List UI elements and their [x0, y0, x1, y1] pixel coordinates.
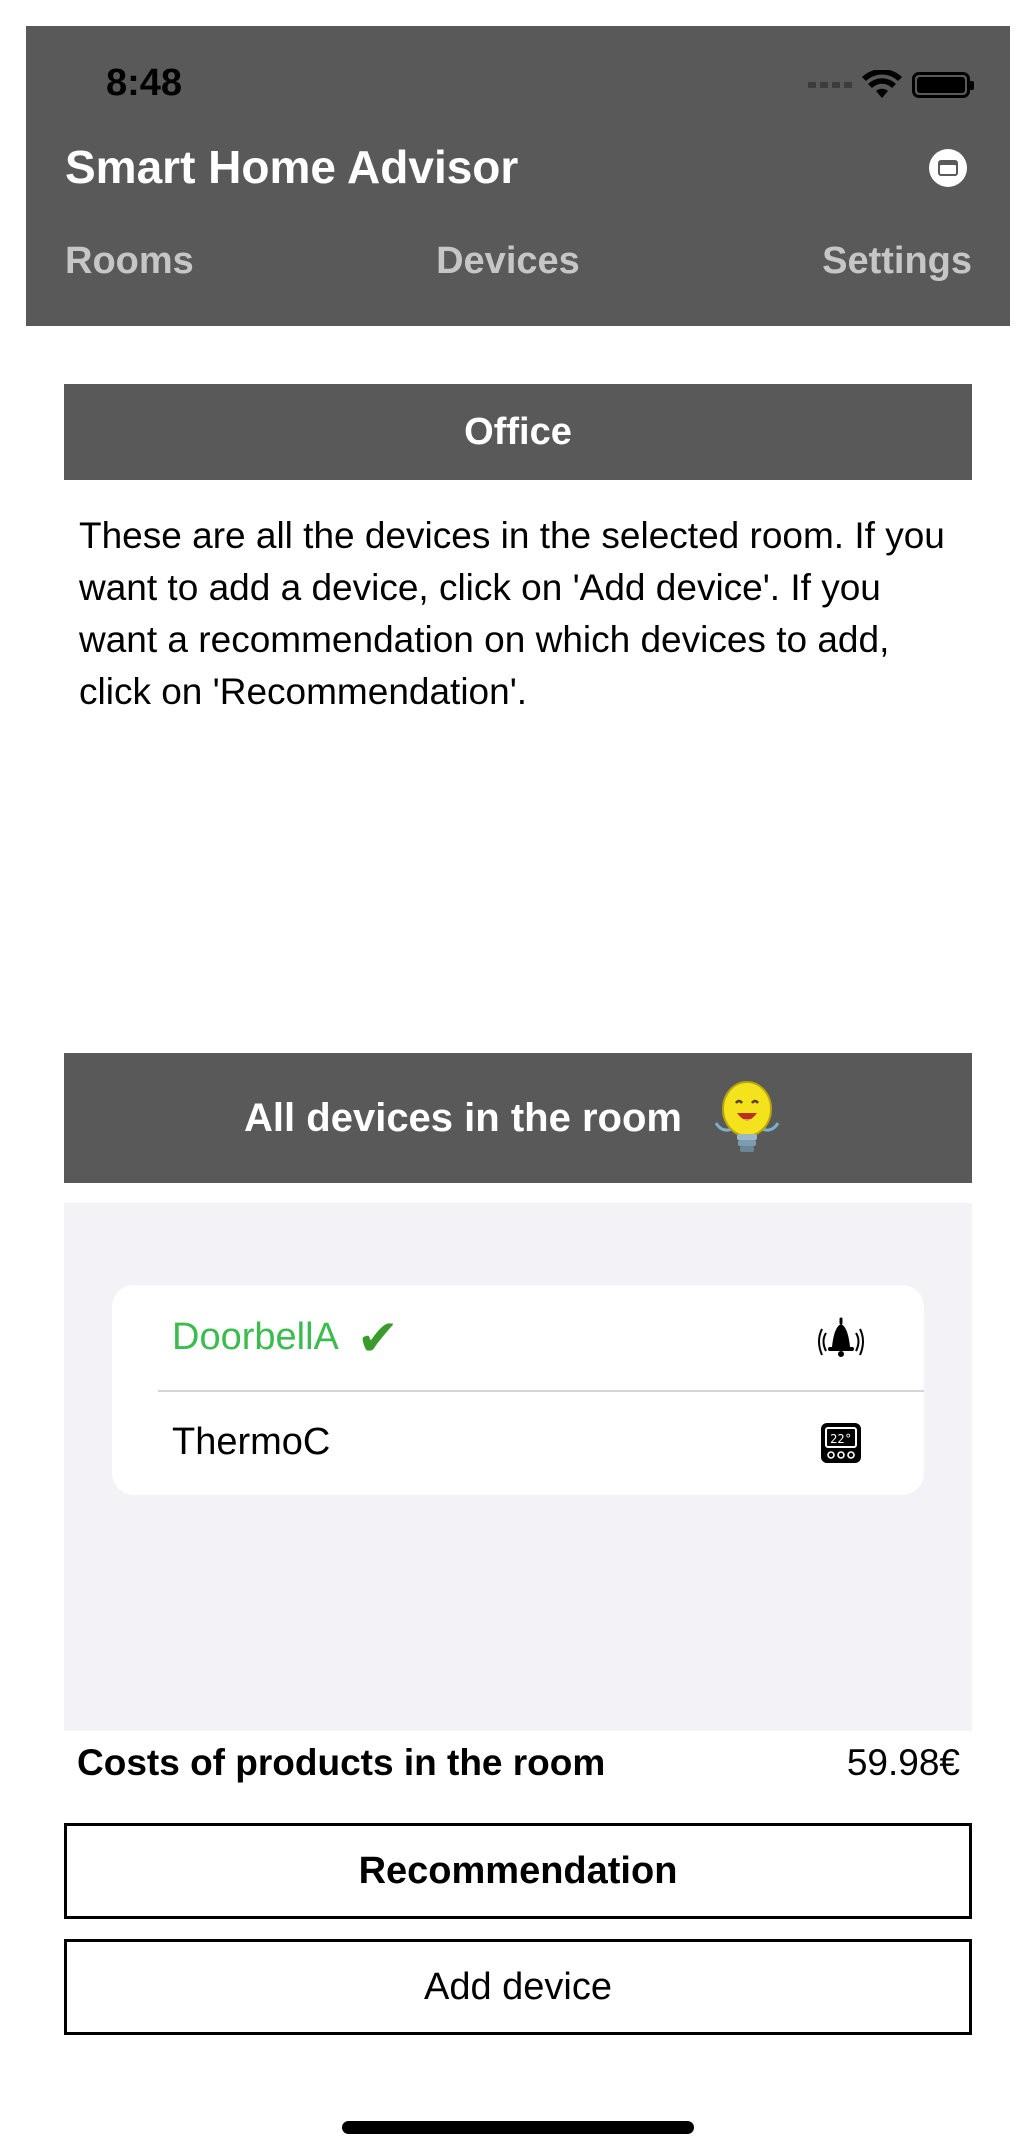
costs-summary: Costs of products in the room 59.98€ — [77, 1742, 960, 1784]
status-icons — [808, 70, 974, 100]
list-item[interactable]: DoorbellA ✔ — [112, 1285, 924, 1390]
doorbell-icon — [818, 1317, 864, 1357]
list-item[interactable]: ThermoC 22° — [112, 1390, 924, 1495]
costs-label: Costs of products in the room — [77, 1742, 606, 1783]
device-name: ThermoC — [172, 1421, 331, 1463]
app-header: 8:48 Smart Home Advisor Rooms Devices Se… — [26, 26, 1010, 326]
devices-section-title: All devices in the room — [244, 1095, 682, 1140]
home-indicator[interactable] — [342, 2121, 694, 2134]
device-label: DoorbellA ✔ — [172, 1313, 816, 1363]
devices-section-header: All devices in the room — [64, 1053, 972, 1183]
svg-text:22°: 22° — [830, 1432, 852, 1446]
checkmark-icon: ✔ — [356, 1309, 399, 1366]
menu-button[interactable] — [926, 146, 970, 190]
battery-icon — [912, 72, 974, 98]
lightbulb-icon — [714, 1081, 780, 1152]
recommendation-button[interactable]: Recommendation — [64, 1823, 972, 1919]
tab-rooms[interactable]: Rooms — [65, 240, 194, 283]
thermostat-icon: 22° — [821, 1422, 861, 1463]
app-title: Smart Home Advisor — [65, 141, 519, 193]
device-list-area: DoorbellA ✔ ThermoC 22° — [64, 1203, 972, 1731]
tab-devices[interactable]: Devices — [436, 240, 580, 283]
tab-bar: Rooms Devices Settings — [65, 240, 972, 283]
device-name: DoorbellA — [172, 1316, 339, 1358]
screen: 8:48 Smart Home Advisor Rooms Devices Se… — [0, 0, 1030, 2153]
status-time: 8:48 — [106, 62, 183, 104]
wifi-icon — [862, 70, 902, 98]
tab-settings[interactable]: Settings — [822, 240, 972, 283]
cellular-icon — [808, 82, 852, 88]
device-label: ThermoC — [172, 1421, 816, 1464]
room-title: Office — [64, 384, 972, 480]
room-description: These are all the devices in the selecte… — [79, 515, 945, 712]
costs-value: 59.98€ — [846, 1742, 960, 1783]
device-list: DoorbellA ✔ ThermoC 22° — [112, 1285, 924, 1495]
add-device-button[interactable]: Add device — [64, 1939, 972, 2035]
